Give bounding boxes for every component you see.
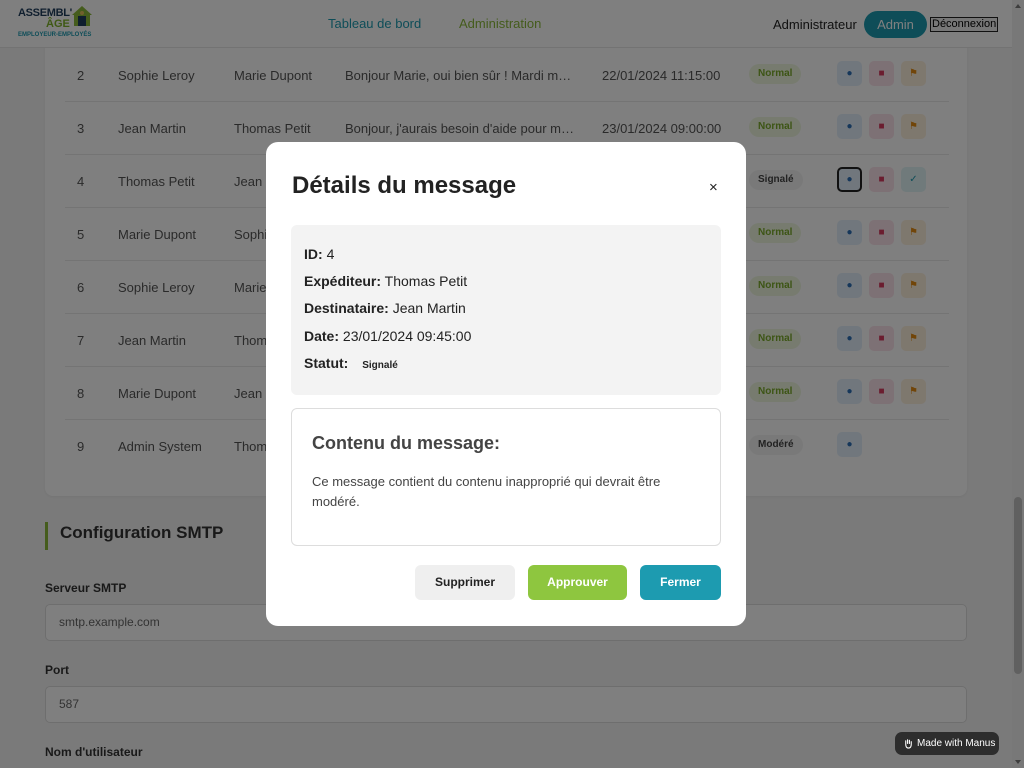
message-details-modal: Détails du message × ID: 4 Expéditeur: T… — [266, 142, 746, 626]
recipient-label: Destinataire: — [304, 300, 389, 316]
close-icon[interactable]: × — [709, 179, 718, 196]
recipient-value: Jean Martin — [392, 300, 466, 316]
made-with-badge[interactable]: Made with Manus — [895, 732, 999, 755]
info-recipient: Destinataire: Jean Martin — [304, 300, 466, 316]
delete-button[interactable]: Supprimer — [415, 565, 515, 600]
status-label: Statut: — [304, 355, 349, 371]
message-content-box: Contenu du message: Ce message contient … — [291, 408, 721, 546]
hand-icon — [905, 739, 912, 749]
id-value: 4 — [326, 246, 335, 262]
info-status: Statut: Signalé — [304, 355, 398, 371]
modal-title: Détails du message — [292, 172, 517, 199]
close-button[interactable]: Fermer — [640, 565, 721, 600]
date-value: 23/01/2024 09:45:00 — [342, 328, 472, 344]
made-with-label: Made with Manus — [917, 738, 996, 749]
approve-button[interactable]: Approuver — [528, 565, 627, 600]
info-id: ID: 4 — [304, 246, 334, 262]
message-info-box: ID: 4 Expéditeur: Thomas Petit Destinata… — [291, 225, 721, 395]
info-sender: Expéditeur: Thomas Petit — [304, 273, 467, 289]
sender-label: Expéditeur: — [304, 273, 382, 289]
status-badge: Signalé — [362, 360, 398, 371]
date-label: Date: — [304, 328, 340, 344]
info-date: Date: 23/01/2024 09:45:00 — [304, 328, 471, 344]
id-label: ID: — [304, 246, 323, 262]
sender-value: Thomas Petit — [384, 273, 468, 289]
content-title: Contenu du message: — [312, 433, 501, 453]
content-text: Ce message contient du contenu inappropr… — [312, 474, 661, 509]
